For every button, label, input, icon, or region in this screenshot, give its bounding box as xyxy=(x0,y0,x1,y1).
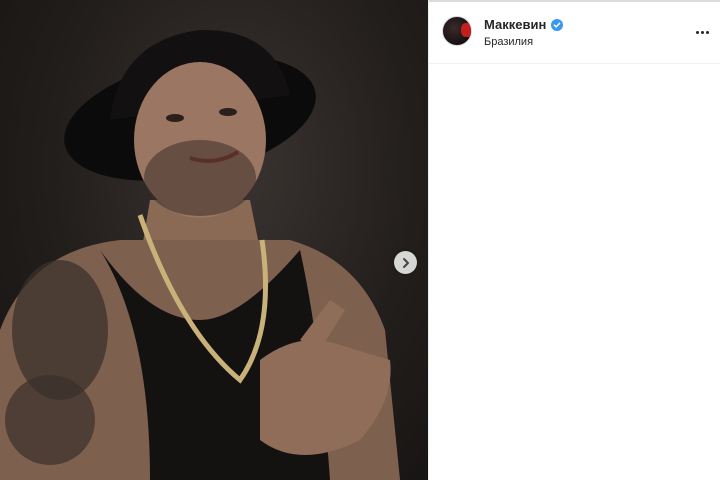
post-photo xyxy=(0,29,400,480)
chevron-right-icon xyxy=(402,257,409,268)
next-media-button[interactable] xyxy=(394,251,417,274)
post-media[interactable] xyxy=(0,0,428,480)
avatar[interactable] xyxy=(442,16,472,46)
location-link[interactable]: Бразилия xyxy=(484,34,563,50)
post-header: Маккевин Бразилия xyxy=(429,2,720,64)
post-side-panel: Маккевин Бразилия xyxy=(428,0,720,480)
username-link[interactable]: Маккевин xyxy=(484,17,546,33)
author-block: Маккевин Бразилия xyxy=(484,17,564,50)
verified-badge-icon xyxy=(551,19,564,31)
post-modal: Маккевин Бразилия xyxy=(0,0,720,480)
more-horizontal-icon xyxy=(695,30,699,34)
username-row: Маккевин xyxy=(484,17,564,33)
more-options-button[interactable] xyxy=(691,22,713,42)
